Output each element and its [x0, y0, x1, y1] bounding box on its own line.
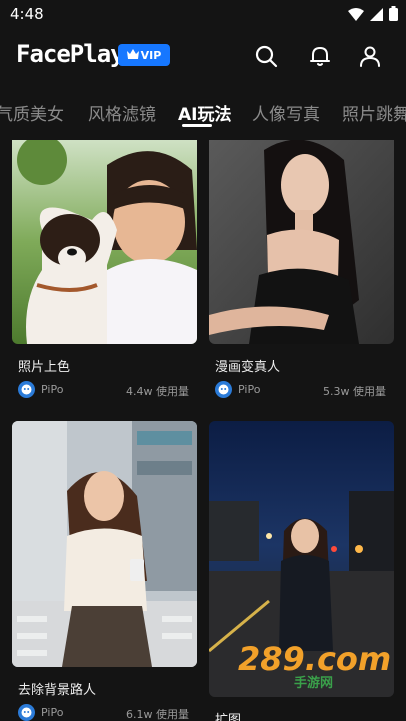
template-thumbnail[interactable]: [12, 421, 197, 667]
template-author: PiPo: [18, 381, 63, 398]
author-name: PiPo: [238, 383, 261, 396]
status-bar: 4:48: [0, 0, 406, 28]
search-icon[interactable]: [254, 44, 278, 68]
usage-count: 6.1w 使用量: [126, 708, 189, 721]
author-avatar: [18, 381, 35, 398]
status-time: 4:48: [10, 5, 44, 23]
vip-label: VIP: [140, 48, 162, 62]
template-thumbnail[interactable]: [12, 140, 197, 344]
usage-count: 5.3w 使用量: [323, 385, 386, 398]
wifi-icon: [348, 6, 364, 25]
template-author: PiPo: [18, 704, 63, 721]
template-title: 照片上色: [18, 360, 71, 375]
bell-icon[interactable]: [308, 44, 332, 68]
app-header: FacePlay VIP: [0, 28, 406, 86]
profile-icon[interactable]: [358, 44, 382, 68]
template-title: 漫画变真人: [215, 360, 281, 375]
battery-icon: [389, 6, 398, 25]
status-icons: [348, 6, 398, 25]
tab-elegant-beauty[interactable]: 气质美女: [0, 100, 64, 125]
watermark-subtext: 手游网: [294, 676, 334, 691]
site-watermark: 289.com 手游网: [238, 640, 391, 691]
template-title: 扩图: [215, 713, 242, 721]
tab-style-filters[interactable]: 风格滤镜: [88, 100, 156, 125]
author-name: PiPo: [41, 706, 64, 719]
tab-ai-play[interactable]: AI玩法: [178, 100, 231, 125]
crown-icon: [126, 48, 139, 62]
signal-icon: [370, 6, 383, 25]
tab-portrait[interactable]: 人像写真: [252, 100, 320, 125]
app-logo: FacePlay: [16, 40, 125, 68]
active-tab-indicator: [182, 124, 212, 127]
template-author: PiPo: [215, 381, 260, 398]
vip-badge[interactable]: VIP: [118, 44, 170, 66]
template-grid: 照片上色 PiPo 4.4w 使用量 漫画变真人 PiPo 5.3w 使用量 去…: [0, 140, 406, 721]
author-name: PiPo: [41, 383, 64, 396]
template-thumbnail[interactable]: [209, 140, 394, 344]
author-avatar: [18, 704, 35, 721]
author-avatar: [215, 381, 232, 398]
usage-count: 4.4w 使用量: [126, 385, 189, 398]
template-title: 去除背景路人: [18, 683, 97, 698]
tab-photo-dance[interactable]: 照片跳舞: [342, 100, 406, 125]
